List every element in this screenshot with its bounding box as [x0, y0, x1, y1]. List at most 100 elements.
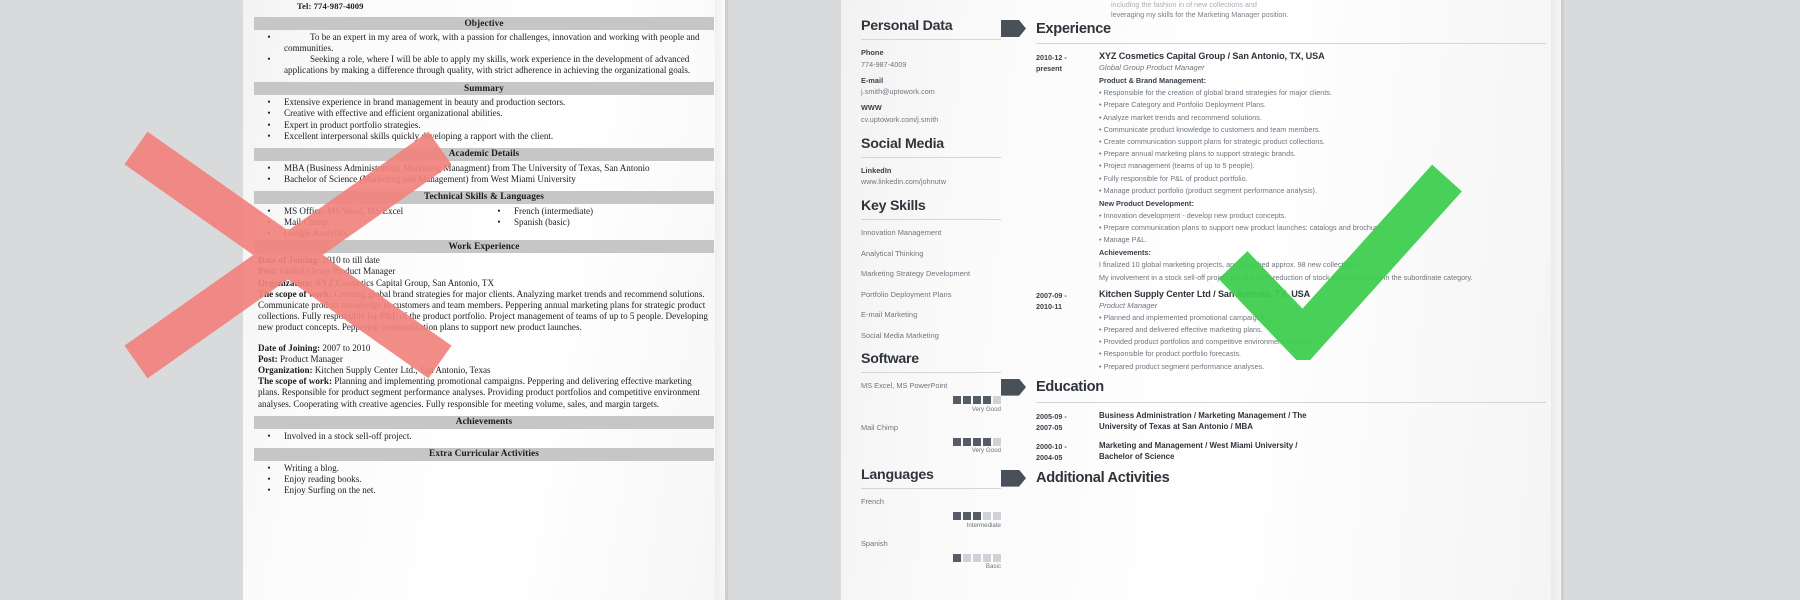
- list-item-text: Google Analytics: [284, 228, 348, 239]
- achievements-title: Achievements:: [1099, 248, 1151, 258]
- list-item-text: Spanish (basic): [514, 217, 570, 228]
- job-date-label: Date of Joining:: [258, 255, 321, 266]
- software-name: Mail Chimp: [861, 422, 898, 432]
- bullet-icon: [484, 206, 514, 217]
- experience-bullet: • Responsible for product portfolio fore…: [1099, 349, 1242, 359]
- section-header-summary: Summary: [254, 82, 714, 96]
- field-value-www: cv.uptowork.com/j.smith: [861, 114, 939, 124]
- list-item: MS Office: MS Word, MS Excel: [254, 206, 484, 217]
- experience-group-title: New Product Development:: [1099, 198, 1194, 208]
- date-line-2: 2004-05: [1036, 452, 1063, 462]
- list-item: Expert in product portfolio strategies.: [254, 120, 714, 131]
- bullet-icon: [254, 174, 284, 185]
- education-entry: 2005-09 - 2007-05 Business Administratio…: [1001, 410, 1546, 433]
- experience-group-title: Product & Brand Management:: [1099, 76, 1207, 85]
- section-title: Experience: [1036, 20, 1111, 37]
- software-rating-label: Very Good: [971, 447, 1001, 454]
- list-item: Enjoy Surfing on the net.: [254, 485, 714, 496]
- list-item-text: Excellent interpersonal skills quickly d…: [284, 130, 554, 141]
- field-value-phone: 774-987-4009: [861, 59, 907, 69]
- bullet-icon: [254, 54, 284, 76]
- experience-bullet: • Innovation development - develop new p…: [1099, 210, 1287, 220]
- list-item: Google Analytics: [254, 228, 484, 239]
- list-item-text: Creative with effective and efficient or…: [284, 108, 503, 119]
- section-header-additional-activities: Additional Activities: [1001, 469, 1546, 487]
- list-item: Writing a blog.: [254, 463, 714, 474]
- experience-bullet: • Prepare annual marketing plans to supp…: [1099, 149, 1296, 159]
- education-entry: 2000-10 - 2004-05 Marketing and Manageme…: [1001, 440, 1546, 463]
- list-item-text: To be an expert in my area of work, with…: [284, 32, 700, 54]
- education-title-line-2: Bachelor of Science: [1099, 452, 1175, 462]
- field-value-email: j.smith@uptowork.com: [861, 87, 935, 96]
- bullet-icon: [254, 108, 284, 119]
- bullet-icon: [254, 131, 284, 142]
- education-dates: 2005-09 - 2007-05: [1036, 410, 1099, 433]
- list-item-text: Seeking a role, where I will be able to …: [284, 54, 691, 76]
- section-header-objective: Objective: [254, 17, 714, 30]
- date-line-1: 2000-10 -: [1036, 441, 1067, 451]
- divider: [1036, 43, 1546, 44]
- language-name: Spanish: [861, 538, 888, 548]
- good-resume-document: including the fashion in of new collecti…: [841, 0, 1561, 600]
- experience-dates: 2010-12 - present: [1036, 51, 1099, 282]
- bullet-icon: [254, 485, 284, 496]
- experience-entry: 2007-09 - 2010-11 Kitchen Supply Center …: [1001, 289, 1546, 371]
- experience-bullet: • Manage P&L.: [1099, 235, 1148, 245]
- bullet-icon: [254, 206, 284, 217]
- bullet-icon: [254, 463, 284, 474]
- job-org-label: Organization:: [258, 277, 313, 288]
- experience-bullet: • Prepared product segment performance a…: [1099, 361, 1265, 371]
- section-header-achievements: Achievements: [254, 415, 714, 429]
- sidebar-heading-personal-data: Personal Data: [861, 18, 1001, 40]
- date-line-2: 2010-11: [1036, 301, 1062, 311]
- language-name: French: [861, 497, 885, 506]
- language-rating: [861, 512, 1001, 520]
- experience-organization: XYZ Cosmetics Capital Group / San Antoni…: [1099, 51, 1325, 61]
- sidebar-heading-languages: Languages: [861, 467, 1001, 489]
- list-item: Mail Chimp: [254, 217, 484, 228]
- achievement-text: I finalized 10 global marketing projects…: [1099, 260, 1359, 270]
- bad-resume-document: Tel: 774-987-4009 Objective To be an exp…: [243, 0, 725, 600]
- job-date-value: 2007 to 2010: [322, 342, 371, 353]
- education-title-line-2: University of Texas at San Antonio / MBA: [1099, 422, 1253, 432]
- experience-bullet: • Fully responsible for P&L of product p…: [1099, 173, 1248, 183]
- field-label-phone: Phone: [861, 48, 884, 57]
- field-label-linkedin: LinkedIn: [861, 165, 892, 175]
- education-title-line-1: Marketing and Management / West Miami Un…: [1099, 440, 1298, 450]
- list-item: Creative with effective and efficient or…: [254, 108, 714, 119]
- language-rating-label: Intermediate: [966, 521, 1001, 529]
- software-rating: [861, 437, 1001, 446]
- skills-column-left: MS Office: MS Word, MS Excel Mail Chimp …: [254, 206, 484, 239]
- section-tag-icon: [1001, 378, 1026, 396]
- list-item-text: Writing a blog.: [284, 462, 339, 473]
- resume-main-column: Experience 2010-12 - present XYZ Cosmeti…: [1001, 16, 1546, 487]
- section-header-academic-details: Academic Details: [254, 147, 714, 161]
- bullet-icon: [254, 431, 284, 442]
- list-item-text: Involved in a stock sell-off project.: [284, 430, 412, 441]
- job-entry: Date of Joining: 2010 to till date Post:…: [254, 255, 714, 333]
- experience-dates: 2007-09 - 2010-11: [1036, 289, 1099, 371]
- list-item: MBA (Business Administration, Marketing …: [254, 163, 714, 174]
- resume-sidebar: Personal Data Phone 774-987-4009 E-mail …: [861, 18, 1001, 570]
- achievement-text: My involvement in a stock sell-off proje…: [1099, 272, 1473, 282]
- summary-line-1: including the fashion in of new collecti…: [1111, 0, 1257, 9]
- sidebar-heading-key-skills: Key Skills: [861, 198, 1001, 220]
- section-header-experience: Experience: [1001, 20, 1546, 37]
- bullet-icon: [254, 474, 284, 485]
- software-rating: [861, 396, 1001, 404]
- list-item: French (intermediate): [484, 206, 714, 217]
- bullet-icon: [484, 217, 514, 228]
- section-header-technical-skills: Technical Skills & Languages: [254, 190, 714, 204]
- screenshot-stage: Tel: 774-987-4009 Objective To be an exp…: [0, 0, 1800, 600]
- key-skill-item: Analytical Thinking: [861, 248, 924, 258]
- experience-bullet: • Manage product portfolio (product segm…: [1099, 185, 1317, 195]
- key-skill-item: Innovation Management: [861, 228, 942, 237]
- job-post-label: Post:: [258, 266, 278, 277]
- job-org-value: XYZ Cosmetics Capital Group, San Antonio…: [314, 277, 495, 288]
- list-item-text: Expert in product portfolio strategies.: [284, 119, 421, 130]
- divider: [1036, 401, 1546, 403]
- education-dates: 2000-10 - 2004-05: [1036, 440, 1099, 463]
- key-skill-item: Marketing Strategy Development: [861, 269, 971, 278]
- job-post-label: Post:: [258, 353, 278, 364]
- list-item: To be an expert in my area of work, with…: [254, 32, 714, 54]
